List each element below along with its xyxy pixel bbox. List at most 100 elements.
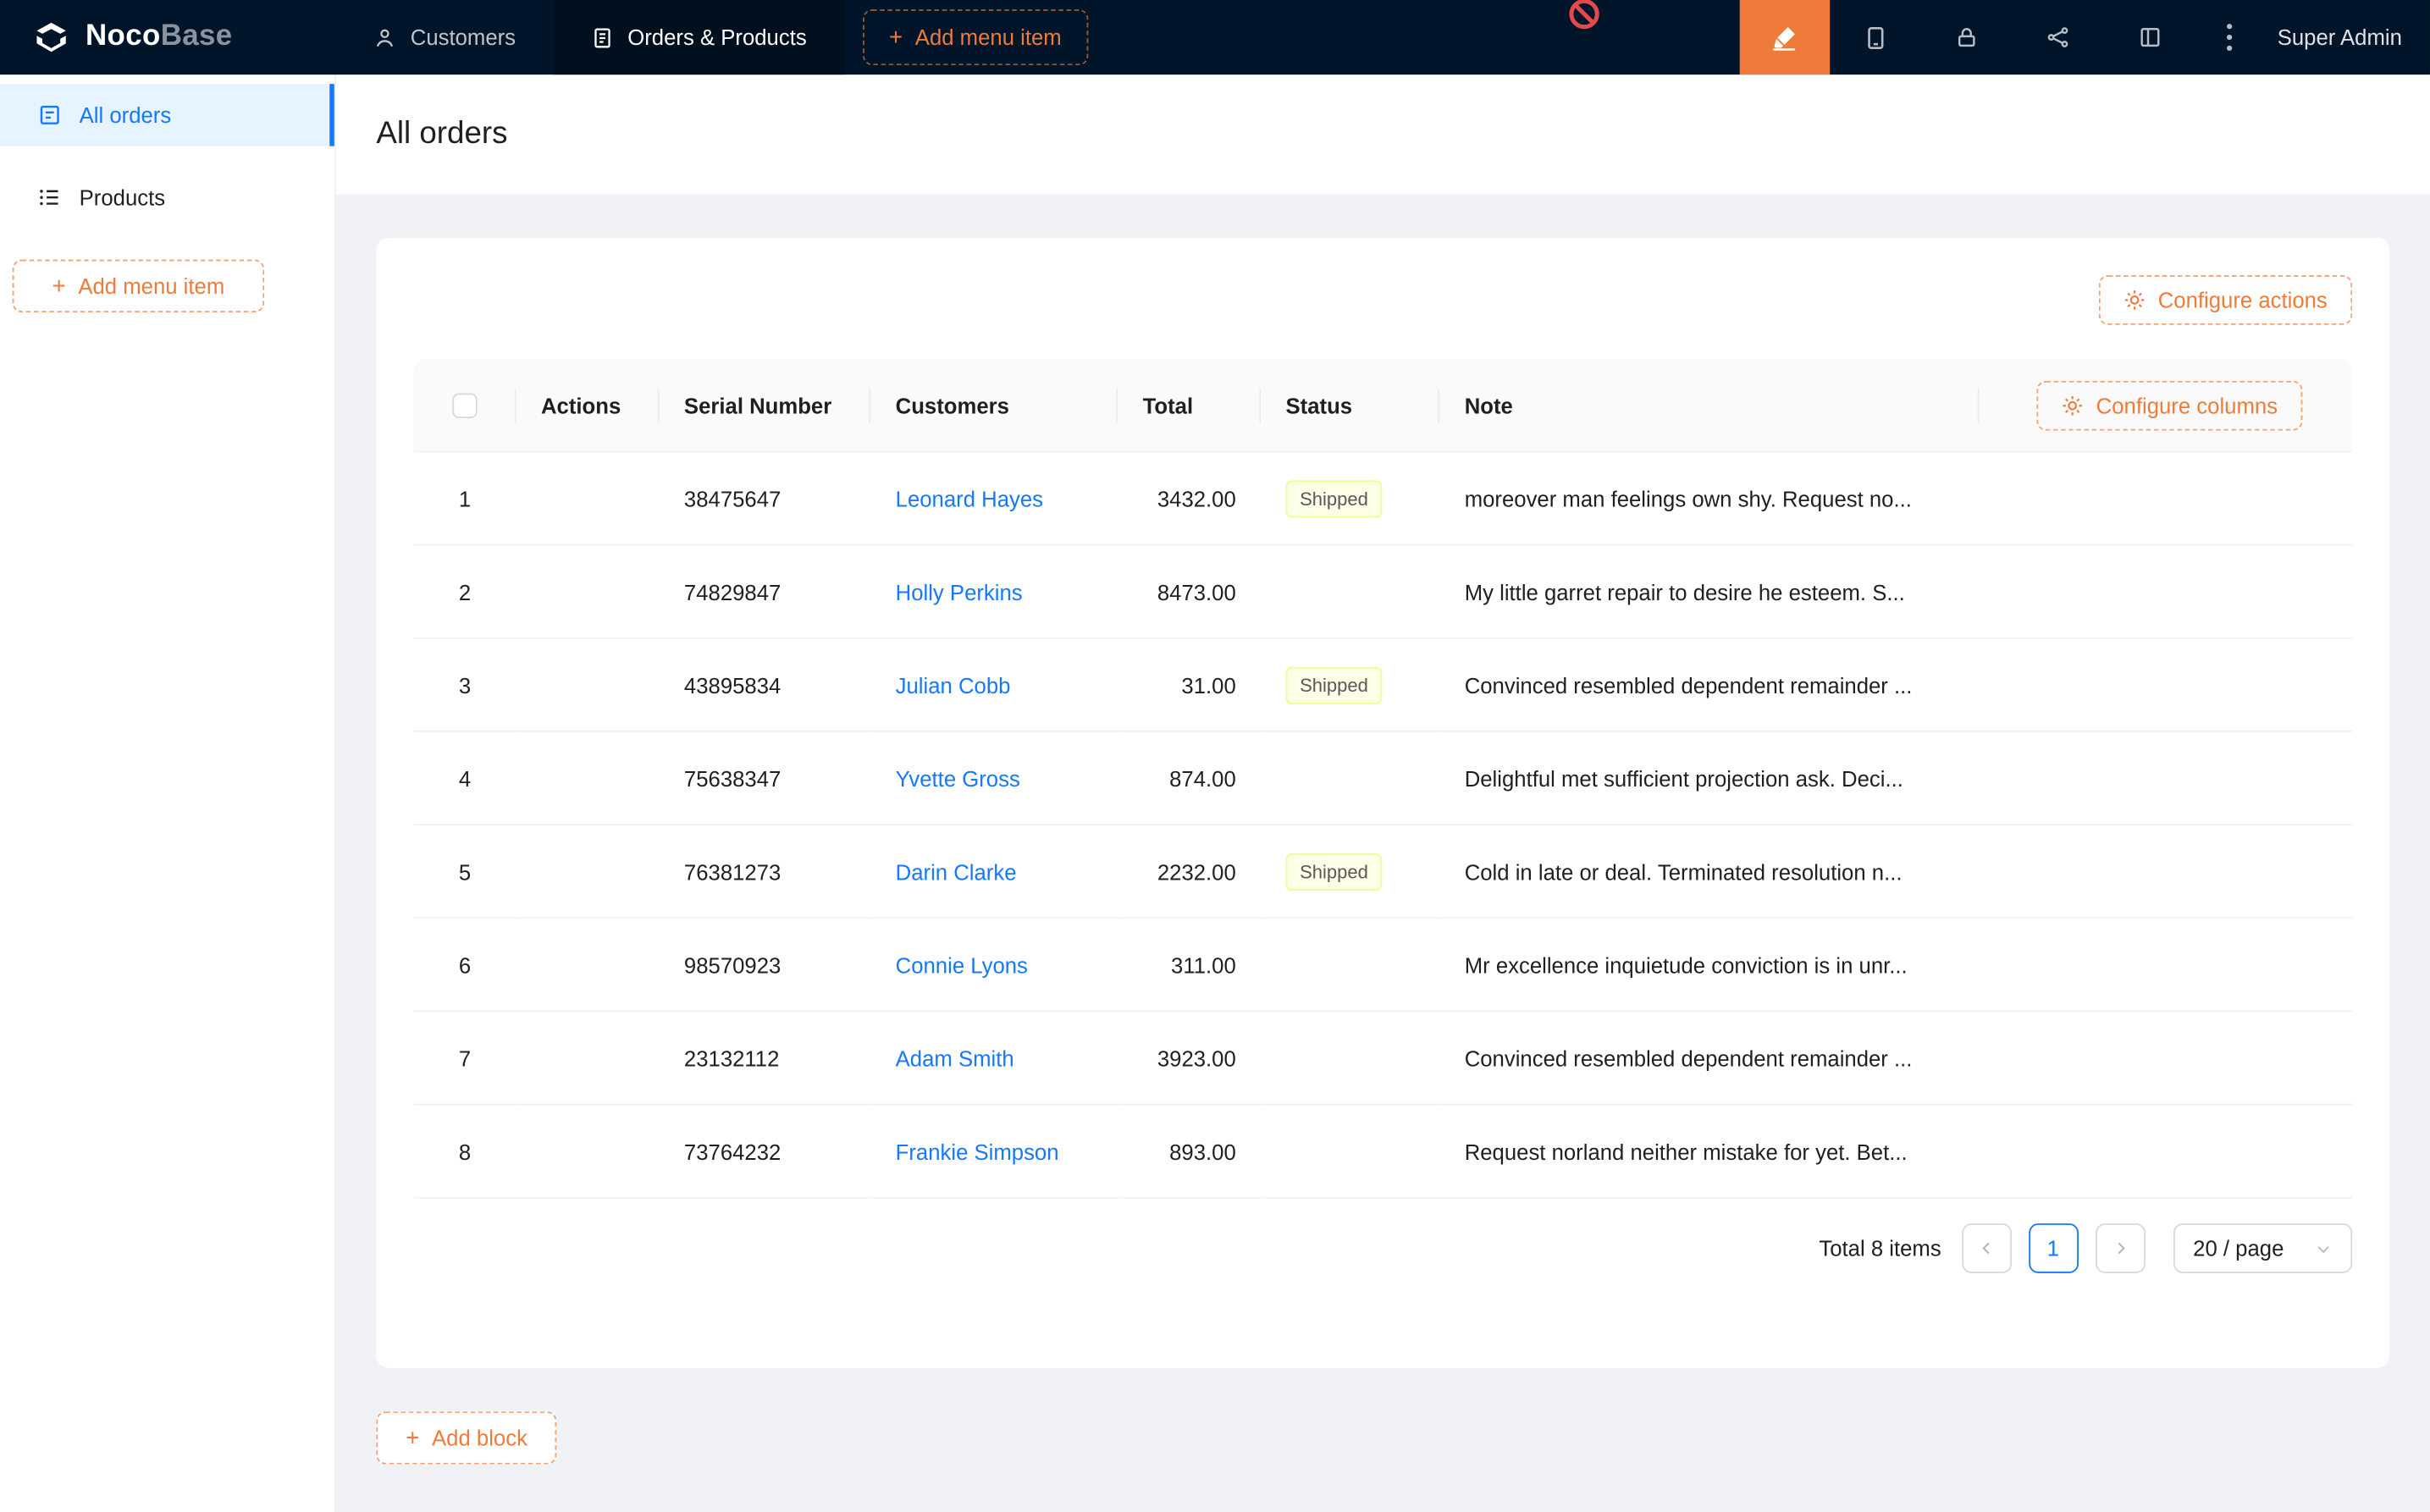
row-index-cell: 6: [413, 919, 516, 1012]
layout-template-button[interactable]: [2105, 0, 2196, 74]
row-actions-cell: [516, 1106, 660, 1199]
brand-logo[interactable]: NocoBase: [0, 0, 336, 74]
plus-icon: +: [406, 1426, 419, 1450]
serial-number-cell: 76381273: [660, 825, 871, 919]
orders-table-block: Configure actions Actions Seria: [376, 238, 2389, 1368]
pagination-next-button[interactable]: [2095, 1223, 2145, 1273]
customer-link[interactable]: Holly Perkins: [896, 579, 1023, 604]
nav-item-label: Customers: [411, 25, 516, 49]
table-row: 4 75638347 Yvette Gross 874.00 Delightfu…: [413, 732, 2352, 825]
column-header-customers: Customers: [870, 359, 1118, 452]
row-index: 7: [459, 1046, 471, 1070]
row-index-cell: 1: [413, 452, 516, 545]
highlighter-icon: [1770, 23, 1799, 52]
chevron-down-icon: [2315, 1239, 2332, 1256]
row-index: 4: [459, 765, 471, 790]
row-index-cell: 5: [413, 825, 516, 919]
page-content: Configure actions Actions Seria: [336, 195, 2430, 1512]
row-actions-cell: [516, 732, 660, 825]
page-size-select[interactable]: 20 / page: [2173, 1223, 2352, 1273]
table-block-actions: Configure actions: [413, 275, 2352, 325]
row-actions-cell: [516, 452, 660, 545]
select-all-header-cell: [413, 359, 516, 452]
configure-columns-button[interactable]: Configure columns: [2037, 380, 2303, 430]
api-share-button[interactable]: [2013, 0, 2105, 74]
serial-number-cell: 73764232: [660, 1106, 871, 1199]
pagination-page-1-button[interactable]: 1: [2029, 1223, 2079, 1273]
status-cell: [1261, 546, 1439, 639]
configure-actions-button[interactable]: Configure actions: [2099, 275, 2352, 325]
row-index: 3: [459, 672, 471, 697]
customer-link[interactable]: Connie Lyons: [896, 952, 1028, 977]
sidebar-item-label: All orders: [80, 102, 172, 127]
total-cell: 311.00: [1118, 919, 1261, 1012]
customer-link[interactable]: Frankie Simpson: [896, 1139, 1059, 1163]
status-cell: Shipped: [1261, 639, 1439, 732]
row-index-cell: 7: [413, 1012, 516, 1105]
page-title: All orders: [376, 117, 507, 152]
column-header-total: Total: [1118, 359, 1261, 452]
column-header-status: Status: [1261, 359, 1439, 452]
main-layout: All orders Products + Add menu item All …: [0, 74, 2430, 1512]
note-cell: Convinced resembled dependent remainder …: [1439, 639, 1979, 732]
nav-item-customers[interactable]: Customers: [336, 0, 553, 74]
status-cell: [1261, 919, 1439, 1012]
customer-link[interactable]: Leonard Hayes: [896, 486, 1043, 510]
note-cell: moreover man feelings own shy. Request n…: [1439, 452, 1979, 545]
serial-number-cell: 38475647: [660, 452, 871, 545]
row-index-cell: 4: [413, 732, 516, 825]
configure-columns-header-cell: Configure columns: [1979, 359, 2352, 452]
ui-editor-button[interactable]: [1739, 0, 1829, 74]
customer-link[interactable]: Julian Cobb: [896, 672, 1011, 697]
pagination: Total 8 items 1: [413, 1223, 2352, 1273]
user-menu[interactable]: Super Admin: [2262, 0, 2430, 74]
sidebar: All orders Products + Add menu item: [0, 74, 336, 1512]
status-cell: [1261, 1106, 1439, 1199]
chevron-left-icon: [1979, 1240, 1994, 1255]
status-cell: [1261, 732, 1439, 825]
table-row: 6 98570923 Connie Lyons 311.00 Mr excell…: [413, 919, 2352, 1012]
chevron-right-icon: [2112, 1240, 2128, 1255]
row-index-cell: 3: [413, 639, 516, 732]
pagination-prev-button[interactable]: [1962, 1223, 2012, 1273]
row-actions-cell: [516, 546, 660, 639]
more-actions-button[interactable]: [2196, 0, 2262, 74]
table-row: 3 43895834 Julian Cobb 31.00 Shipped Con…: [413, 639, 2352, 732]
sidebar-item-products[interactable]: Products: [0, 166, 334, 228]
page-header: All orders: [336, 74, 2430, 194]
sidebar-item-all-orders[interactable]: All orders: [0, 84, 334, 146]
serial-number-cell: 43895834: [660, 639, 871, 732]
row-index: 8: [459, 1139, 471, 1163]
mobile-preview-button[interactable]: [1830, 0, 1921, 74]
total-cell: 3923.00: [1118, 1012, 1261, 1105]
row-trailing-cell: [1979, 1012, 2352, 1105]
status-tag: Shipped: [1286, 853, 1383, 890]
customer-cell: Leonard Hayes: [870, 452, 1118, 545]
table-row: 5 76381273 Darin Clarke 2232.00 Shipped …: [413, 825, 2352, 919]
plus-icon: +: [52, 274, 66, 298]
nocobase-logo-icon: [31, 17, 72, 58]
table-header: Actions Serial Number Customers Total St…: [413, 359, 2352, 452]
customer-link[interactable]: Adam Smith: [896, 1046, 1014, 1070]
table-row: 8 73764232 Frankie Simpson 893.00 Reques…: [413, 1106, 2352, 1199]
row-trailing-cell: [1979, 732, 2352, 825]
auth-lock-button[interactable]: [1921, 0, 2013, 74]
not-allowed-cursor-icon: [1567, 0, 1601, 31]
row-trailing-cell: [1979, 825, 2352, 919]
customer-cell: Yvette Gross: [870, 732, 1118, 825]
note-cell: My little garret repair to desire he est…: [1439, 546, 1979, 639]
customer-link[interactable]: Darin Clarke: [896, 859, 1017, 884]
total-cell: 3432.00: [1118, 452, 1261, 545]
row-actions-cell: [516, 1012, 660, 1105]
share-nodes-icon: [2046, 25, 2071, 49]
form-icon: [37, 102, 62, 127]
add-block-button[interactable]: + Add block: [376, 1411, 556, 1464]
select-all-checkbox[interactable]: [452, 394, 477, 418]
nav-item-orders-products[interactable]: Orders & Products: [553, 0, 844, 74]
note-cell: Delightful met sufficient projection ask…: [1439, 732, 1979, 825]
customer-link[interactable]: Yvette Gross: [896, 765, 1020, 790]
nav-add-menu-item-button[interactable]: + Add menu item: [863, 9, 1088, 65]
row-trailing-cell: [1979, 546, 2352, 639]
column-header-serial-number: Serial Number: [660, 359, 871, 452]
sidebar-add-menu-item-button[interactable]: + Add menu item: [13, 260, 264, 312]
